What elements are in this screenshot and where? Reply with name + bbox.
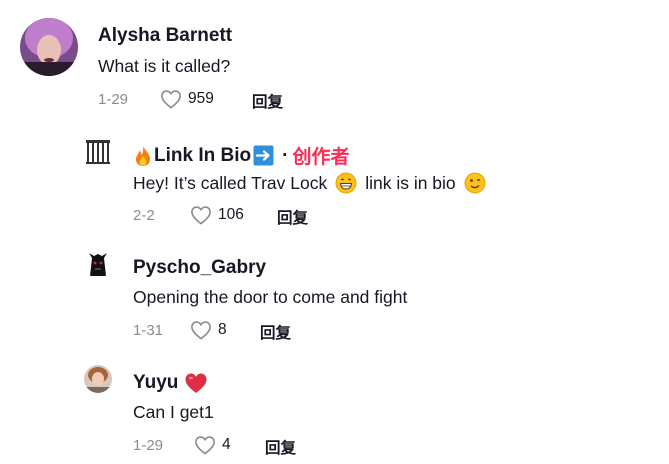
reply-button[interactable]: 回复 [252,90,283,112]
comment-text: Can I get1 [133,402,214,422]
like-control[interactable]: 959 [160,89,214,109]
arrow-right-emoji [253,145,274,166]
heart-outline-icon[interactable] [194,435,216,455]
comment-username-row: Yuyu [133,372,208,394]
comment-text-part: link is in bio [365,172,456,193]
heart-outline-icon[interactable] [190,205,212,225]
heart-outline-icon[interactable] [160,89,182,109]
reply-button[interactable]: 回复 [277,206,308,228]
like-control[interactable]: 4 [194,435,231,455]
comment-date: 1-29 [98,91,129,108]
comment-text: Hey! It’s called Trav Lock link is in bi… [133,172,486,194]
wink-emoji [464,172,486,194]
like-control[interactable]: 8 [190,320,227,340]
like-count: 8 [218,321,227,338]
comment-username[interactable]: Link In Bio [154,145,251,167]
like-count: 106 [218,206,244,223]
fire-emoji [133,145,153,167]
comment-date: 1-31 [133,322,164,339]
red-heart-emoji [184,372,208,394]
like-count: 4 [222,436,231,453]
reply-button[interactable]: 回复 [265,436,296,458]
comment-text: Opening the door to come and fight [133,287,408,307]
like-control[interactable]: 106 [190,205,244,225]
heart-outline-icon[interactable] [190,320,212,340]
comment-username-row: Link In Bio · 创作者 [133,142,349,169]
creator-badge: 创作者 [292,147,350,168]
comment-text: What is it called? [98,56,231,76]
comment-username[interactable]: Yuyu [133,372,178,394]
separator-dot: · [282,144,289,166]
avatar[interactable] [84,365,112,393]
comment-text-part: Hey! It’s called Trav Lock [133,172,328,193]
avatar[interactable] [84,138,112,166]
comment-date: 2-2 [133,207,155,224]
avatar[interactable] [84,250,112,278]
like-count: 959 [188,90,214,107]
comment-username[interactable]: Alysha Barnett [98,25,232,47]
reply-button[interactable]: 回复 [260,321,291,343]
comment-date: 1-29 [133,437,164,454]
comment-username[interactable]: Pyscho_Gabry [133,257,266,279]
grin-emoji [335,172,357,194]
avatar[interactable] [20,18,78,76]
